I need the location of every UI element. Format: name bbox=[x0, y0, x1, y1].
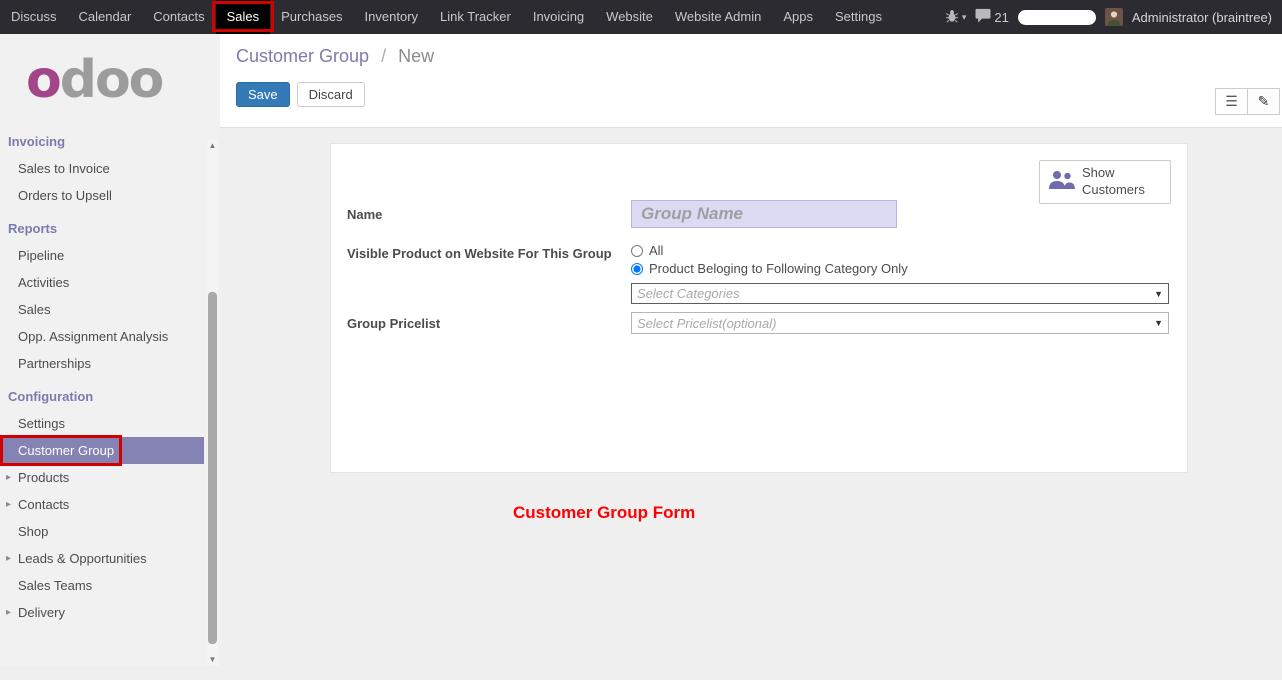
topbar-menu: Discuss Calendar Contacts Sales Purchase… bbox=[0, 0, 893, 34]
topbar-item-website[interactable]: Website bbox=[595, 0, 664, 34]
visibility-option-all[interactable]: All bbox=[631, 243, 663, 258]
chevron-right-icon: ▸ bbox=[6, 499, 11, 510]
control-panel: Customer Group / New Save Discard ☰ ✎ bbox=[220, 34, 1282, 128]
sidebar-item-opp-assignment-analysis[interactable]: Opp. Assignment Analysis bbox=[0, 323, 204, 350]
topbar-item-apps[interactable]: Apps bbox=[772, 0, 824, 34]
form-area: Show Customers Name Visible Product on W… bbox=[220, 143, 1282, 680]
breadcrumb: Customer Group / New bbox=[236, 46, 1282, 67]
form-view-icon: ✎ bbox=[1258, 93, 1270, 110]
list-view-icon: ☰ bbox=[1225, 93, 1238, 110]
sidebar-item-sales[interactable]: Sales bbox=[0, 296, 204, 323]
sidebar-section-invoicing: Invoicing bbox=[0, 122, 220, 155]
sidebar-item-contacts-label: Contacts bbox=[18, 497, 69, 512]
radio-all-label[interactable]: All bbox=[649, 243, 663, 258]
show-customers-button[interactable]: Show Customers bbox=[1039, 160, 1171, 204]
customers-group-icon bbox=[1047, 169, 1075, 194]
radio-all[interactable] bbox=[631, 245, 643, 257]
sidebar-item-sales-to-invoice[interactable]: Sales to Invoice bbox=[0, 155, 204, 182]
topbar-item-website-admin[interactable]: Website Admin bbox=[664, 0, 772, 34]
dropdown-arrow-icon: ▼ bbox=[1154, 289, 1163, 299]
status-pill[interactable] bbox=[1018, 10, 1096, 25]
topbar-right: ▾ 21 Administrator (braintree) bbox=[945, 0, 1282, 34]
sidebar: odoo Invoicing Sales to Invoice Orders t… bbox=[0, 34, 220, 666]
caret-down-icon: ▾ bbox=[962, 12, 967, 23]
sidebar-item-delivery-label: Delivery bbox=[18, 605, 65, 620]
group-name-input[interactable] bbox=[631, 200, 897, 228]
scroll-down-icon[interactable]: ▼ bbox=[207, 654, 218, 666]
topbar-item-settings[interactable]: Settings bbox=[824, 0, 893, 34]
chat-icon bbox=[975, 8, 991, 26]
breadcrumb-customer-group[interactable]: Customer Group bbox=[236, 46, 369, 66]
topbar: Discuss Calendar Contacts Sales Purchase… bbox=[0, 0, 1282, 34]
radio-category-only-label[interactable]: Product Beloging to Following Category O… bbox=[649, 261, 908, 276]
pricelist-select-placeholder: Select Pricelist(optional) bbox=[637, 316, 776, 331]
sidebar-item-leads-opportunities[interactable]: ▸ Leads & Opportunities bbox=[0, 545, 204, 572]
topbar-item-sales-label: Sales bbox=[227, 9, 260, 24]
name-field-label: Name bbox=[347, 207, 382, 222]
sidebar-item-shop[interactable]: Shop bbox=[0, 518, 204, 545]
sidebar-item-contacts[interactable]: ▸ Contacts bbox=[0, 491, 204, 518]
sidebar-item-products[interactable]: ▸ Products bbox=[0, 464, 204, 491]
sidebar-item-partnerships[interactable]: Partnerships bbox=[0, 350, 204, 377]
sidebar-item-products-label: Products bbox=[18, 470, 69, 485]
message-count: 21 bbox=[994, 10, 1008, 25]
topbar-item-contacts[interactable]: Contacts bbox=[142, 0, 215, 34]
chevron-right-icon: ▸ bbox=[6, 553, 11, 564]
action-buttons: Save Discard bbox=[236, 82, 1282, 107]
pricelist-field-label: Group Pricelist bbox=[347, 316, 440, 331]
show-customers-label: Show Customers bbox=[1082, 165, 1163, 199]
user-menu[interactable]: Administrator (braintree) bbox=[1132, 10, 1272, 25]
odoo-logo: odoo bbox=[0, 34, 220, 120]
customer-group-form-card: Show Customers Name Visible Product on W… bbox=[330, 143, 1188, 473]
discard-button[interactable]: Discard bbox=[297, 82, 365, 107]
avatar[interactable] bbox=[1105, 8, 1123, 26]
sidebar-item-delivery[interactable]: ▸ Delivery bbox=[0, 599, 204, 626]
bug-icon bbox=[945, 9, 959, 26]
chevron-right-icon: ▸ bbox=[6, 607, 11, 618]
sidebar-item-settings[interactable]: Settings bbox=[0, 410, 204, 437]
sidebar-menu: Invoicing Sales to Invoice Orders to Ups… bbox=[0, 120, 220, 626]
list-view-button[interactable]: ☰ bbox=[1215, 88, 1248, 115]
radio-category-only[interactable] bbox=[631, 263, 643, 275]
scrollbar-thumb[interactable] bbox=[208, 292, 217, 644]
save-button[interactable]: Save bbox=[236, 82, 290, 107]
annotation-caption: Customer Group Form bbox=[513, 503, 695, 523]
topbar-item-invoicing[interactable]: Invoicing bbox=[522, 0, 595, 34]
breadcrumb-new: New bbox=[398, 46, 434, 66]
sidebar-section-configuration: Configuration bbox=[0, 377, 220, 410]
form-view-button[interactable]: ✎ bbox=[1247, 88, 1280, 115]
sidebar-item-pipeline[interactable]: Pipeline bbox=[0, 242, 204, 269]
sidebar-item-leads-opportunities-label: Leads & Opportunities bbox=[18, 551, 147, 566]
visibility-field-label: Visible Product on Website For This Grou… bbox=[347, 246, 612, 261]
topbar-item-purchases[interactable]: Purchases bbox=[270, 0, 353, 34]
pricelist-select[interactable]: Select Pricelist(optional) ▼ bbox=[631, 312, 1169, 334]
categories-select-placeholder: Select Categories bbox=[637, 286, 740, 301]
debug-menu[interactable]: ▾ bbox=[945, 9, 967, 26]
categories-select[interactable]: Select Categories ▼ bbox=[631, 283, 1169, 304]
sidebar-section-reports: Reports bbox=[0, 209, 220, 242]
chevron-right-icon: ▸ bbox=[6, 472, 11, 483]
topbar-item-link-tracker[interactable]: Link Tracker bbox=[429, 0, 522, 34]
topbar-item-inventory[interactable]: Inventory bbox=[354, 0, 429, 34]
sidebar-item-activities[interactable]: Activities bbox=[0, 269, 204, 296]
sidebar-item-customer-group-label: Customer Group bbox=[18, 443, 114, 458]
topbar-item-discuss[interactable]: Discuss bbox=[0, 0, 68, 34]
sidebar-scrollbar[interactable]: ▲ ▼ bbox=[207, 140, 218, 666]
breadcrumb-separator: / bbox=[381, 46, 386, 66]
topbar-item-sales[interactable]: Sales bbox=[216, 0, 271, 34]
scroll-up-icon[interactable]: ▲ bbox=[207, 140, 218, 152]
topbar-item-calendar[interactable]: Calendar bbox=[68, 0, 143, 34]
messages-indicator[interactable]: 21 bbox=[975, 8, 1008, 26]
view-switcher: ☰ ✎ bbox=[1215, 88, 1280, 115]
main-content: Customer Group / New Save Discard ☰ ✎ bbox=[220, 34, 1282, 666]
sidebar-item-orders-to-upsell[interactable]: Orders to Upsell bbox=[0, 182, 204, 209]
sidebar-item-customer-group[interactable]: Customer Group bbox=[0, 437, 204, 464]
visibility-option-category[interactable]: Product Beloging to Following Category O… bbox=[631, 261, 908, 276]
sidebar-item-sales-teams[interactable]: Sales Teams bbox=[0, 572, 204, 599]
dropdown-arrow-icon: ▼ bbox=[1154, 318, 1163, 328]
